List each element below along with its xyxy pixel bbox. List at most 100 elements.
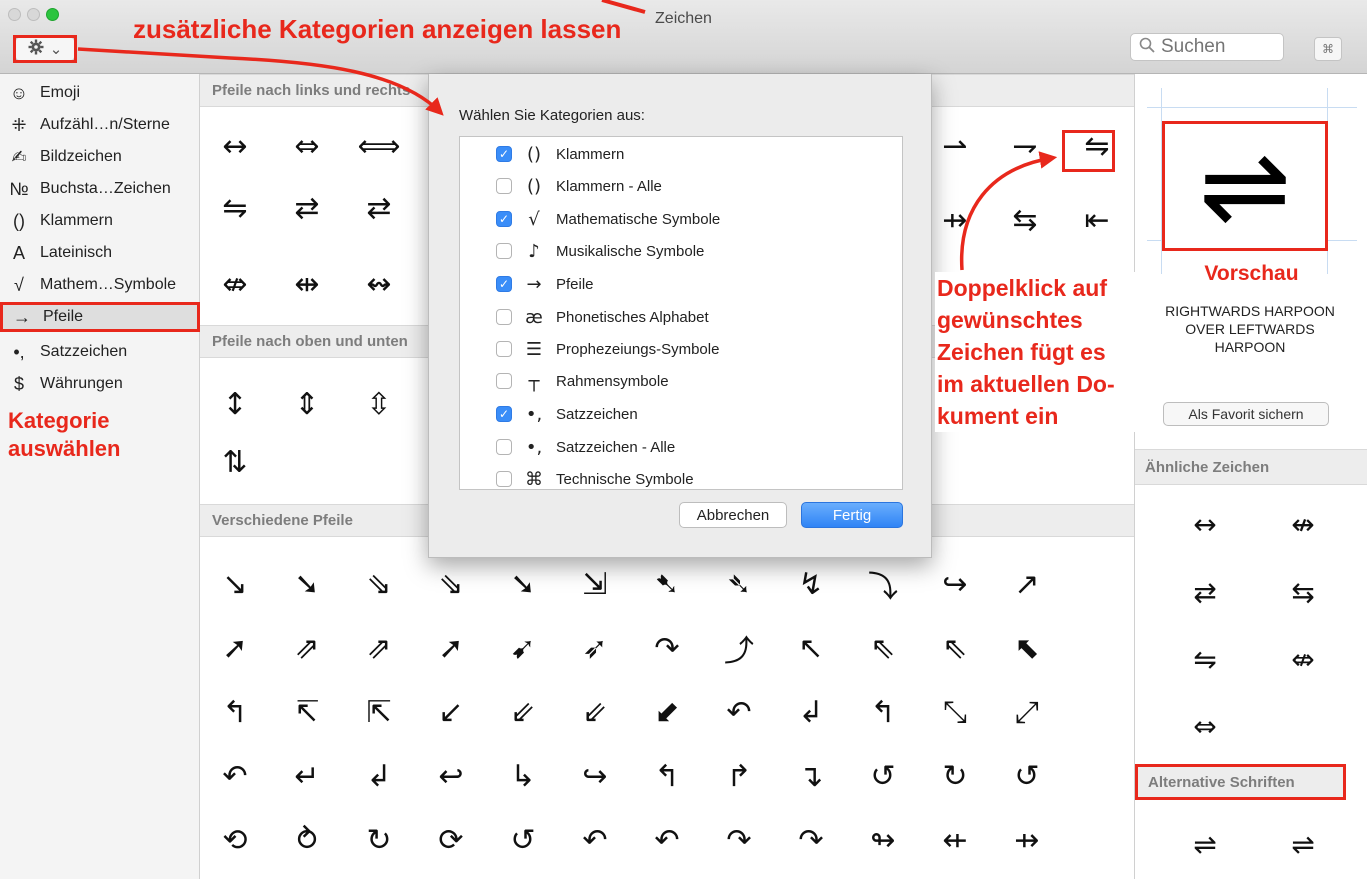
category-row[interactable]: •, Satzzeichen - Alle: [496, 433, 675, 461]
category-checkbox[interactable]: [496, 471, 512, 487]
glyph-cell[interactable]: ↲: [344, 746, 414, 806]
done-button[interactable]: Fertig: [801, 502, 903, 528]
glyph-cell[interactable]: ⇘: [416, 554, 486, 614]
category-row[interactable]: ♪ Musikalische Symbole: [496, 237, 704, 265]
glyph-cell[interactable]: ↔: [200, 116, 270, 176]
glyph-cell[interactable]: ↵: [272, 746, 342, 806]
sidebar-item-punctuation[interactable]: •, Satzzeichen: [8, 337, 198, 367]
glyph-cell[interactable]: ↶: [200, 746, 270, 806]
glyph-cell[interactable]: ⇖: [848, 618, 918, 678]
glyph-cell[interactable]: ↸: [272, 682, 342, 742]
sidebar-item-emoji[interactable]: ☺ Emoji: [8, 78, 198, 108]
glyph-cell[interactable]: ⇸: [992, 810, 1062, 870]
similar-glyph[interactable]: ⇆: [1263, 567, 1343, 617]
keyboard-viewer-button[interactable]: ⌘: [1314, 37, 1342, 61]
similar-glyph[interactable]: ⇄: [1165, 567, 1245, 617]
glyph-cell[interactable]: ↙: [416, 682, 486, 742]
glyph-cell[interactable]: ↰: [200, 682, 270, 742]
category-checkbox[interactable]: [496, 341, 512, 357]
alt-font-glyph[interactable]: ⇌: [1165, 819, 1245, 869]
category-checkbox[interactable]: ✓: [496, 406, 512, 422]
category-checkbox[interactable]: [496, 439, 512, 455]
glyph-cell[interactable]: ➶: [560, 618, 630, 678]
similar-glyph[interactable]: ⇔: [1165, 701, 1245, 751]
glyph-cell[interactable]: ⇲: [560, 554, 630, 614]
category-checkbox[interactable]: [496, 178, 512, 194]
category-checkbox[interactable]: [496, 309, 512, 325]
search-input[interactable]: [1161, 36, 1281, 58]
glyph-cell[interactable]: ↺: [488, 810, 558, 870]
glyph-cell[interactable]: ⇘: [344, 554, 414, 614]
glyph-cell[interactable]: ⟳: [416, 810, 486, 870]
glyph-cell[interactable]: ⇷: [920, 810, 990, 870]
sidebar-item-latin[interactable]: A Lateinisch: [8, 238, 198, 268]
glyph-cell[interactable]: ⬋: [632, 682, 702, 742]
category-row[interactable]: () Klammern - Alle: [496, 172, 662, 200]
glyph-cell[interactable]: ➷: [632, 554, 702, 614]
search-field[interactable]: [1130, 33, 1284, 61]
glyph-cell[interactable]: ⇋: [200, 178, 270, 238]
category-checkbox[interactable]: [496, 243, 512, 259]
glyph-cell[interactable]: ⇙: [560, 682, 630, 742]
category-checkbox[interactable]: ✓: [496, 211, 512, 227]
category-row[interactable]: ✓ () Klammern: [496, 140, 624, 168]
similar-glyph[interactable]: ⇋: [1165, 634, 1245, 684]
glyph-cell[interactable]: ↯: [776, 554, 846, 614]
category-row[interactable]: ✓ √ Mathematische Symbole: [496, 205, 720, 233]
glyph-cell[interactable]: ⇄: [272, 178, 342, 238]
glyph-cell[interactable]: ➚: [416, 618, 486, 678]
glyph-cell[interactable]: ↶: [704, 682, 774, 742]
sidebar-item-brackets[interactable]: () Klammern: [8, 206, 198, 236]
cancel-button[interactable]: Abbrechen: [679, 502, 787, 528]
glyph-cell[interactable]: ⟺: [344, 116, 414, 176]
glyph-cell[interactable]: ↳: [488, 746, 558, 806]
category-checkbox[interactable]: [496, 373, 512, 389]
glyph-cell[interactable]: ↰: [848, 682, 918, 742]
category-row[interactable]: ⌘ Technische Symbole: [496, 465, 694, 489]
category-row[interactable]: ┬ Rahmensymbole: [496, 367, 669, 395]
glyph-cell[interactable]: ↶: [560, 810, 630, 870]
glyph-cell[interactable]: ⇗: [272, 618, 342, 678]
glyph-cell[interactable]: ↘: [200, 554, 270, 614]
alt-font-glyph[interactable]: ⇌: [1263, 819, 1343, 869]
glyph-cell[interactable]: ↻: [344, 810, 414, 870]
glyph-cell[interactable]: ↭: [344, 254, 414, 314]
glyph-cell[interactable]: ⇹: [272, 254, 342, 314]
glyph-cell[interactable]: ↺: [848, 746, 918, 806]
glyph-cell[interactable]: ↰: [632, 746, 702, 806]
glyph-cell[interactable]: ⤡: [920, 682, 990, 742]
glyph-cell[interactable]: ⇤: [1062, 190, 1132, 250]
glyph-cell[interactable]: ↻: [920, 746, 990, 806]
sidebar-item-math[interactable]: √ Mathem…Symbole: [8, 270, 198, 300]
glyph-cell[interactable]: ➚: [200, 618, 270, 678]
sidebar-item-pictographs[interactable]: ✍ Bildzeichen: [8, 142, 198, 172]
glyph-cell[interactable]: ↺: [992, 746, 1062, 806]
glyph-cell[interactable]: ⇗: [344, 618, 414, 678]
glyph-cell[interactable]: ⇖: [920, 618, 990, 678]
glyph-cell[interactable]: ↪: [920, 554, 990, 614]
glyph-cell[interactable]: ⇎: [200, 254, 270, 314]
glyph-cell[interactable]: ➴: [704, 554, 774, 614]
glyph-cell[interactable]: ⬉: [992, 618, 1062, 678]
glyph-cell[interactable]: ↷: [704, 810, 774, 870]
glyph-cell[interactable]: ↱: [704, 746, 774, 806]
glyph-cell[interactable]: ⥁: [272, 810, 342, 870]
glyph-cell[interactable]: ⇙: [488, 682, 558, 742]
glyph-cell[interactable]: ⤵: [848, 554, 918, 614]
glyph-cell[interactable]: ↗: [992, 554, 1062, 614]
glyph-cell[interactable]: ⟲: [200, 810, 270, 870]
glyph-cell[interactable]: ⇳: [344, 374, 414, 434]
glyph-cell[interactable]: ⤢: [992, 682, 1062, 742]
category-row[interactable]: ✓ •, Satzzeichen: [496, 400, 638, 428]
glyph-cell[interactable]: ➘: [272, 554, 342, 614]
similar-glyph[interactable]: ↮: [1263, 499, 1343, 549]
similar-glyph[interactable]: ↔: [1165, 499, 1245, 549]
sidebar-item-arrows[interactable]: → Pfeile: [0, 302, 200, 332]
add-favorite-button[interactable]: Als Favorit sichern: [1163, 402, 1329, 426]
glyph-cell[interactable]: ⤴: [704, 618, 774, 678]
category-row[interactable]: ✓ → Pfeile: [496, 270, 594, 298]
glyph-cell[interactable]: ↷: [776, 810, 846, 870]
category-checkbox[interactable]: ✓: [496, 276, 512, 292]
category-row[interactable]: ☰ Prophezeiungs-Symbole: [496, 335, 719, 363]
sidebar-item-bullets-stars[interactable]: ⁜ Aufzähl…n/Sterne: [8, 110, 198, 140]
